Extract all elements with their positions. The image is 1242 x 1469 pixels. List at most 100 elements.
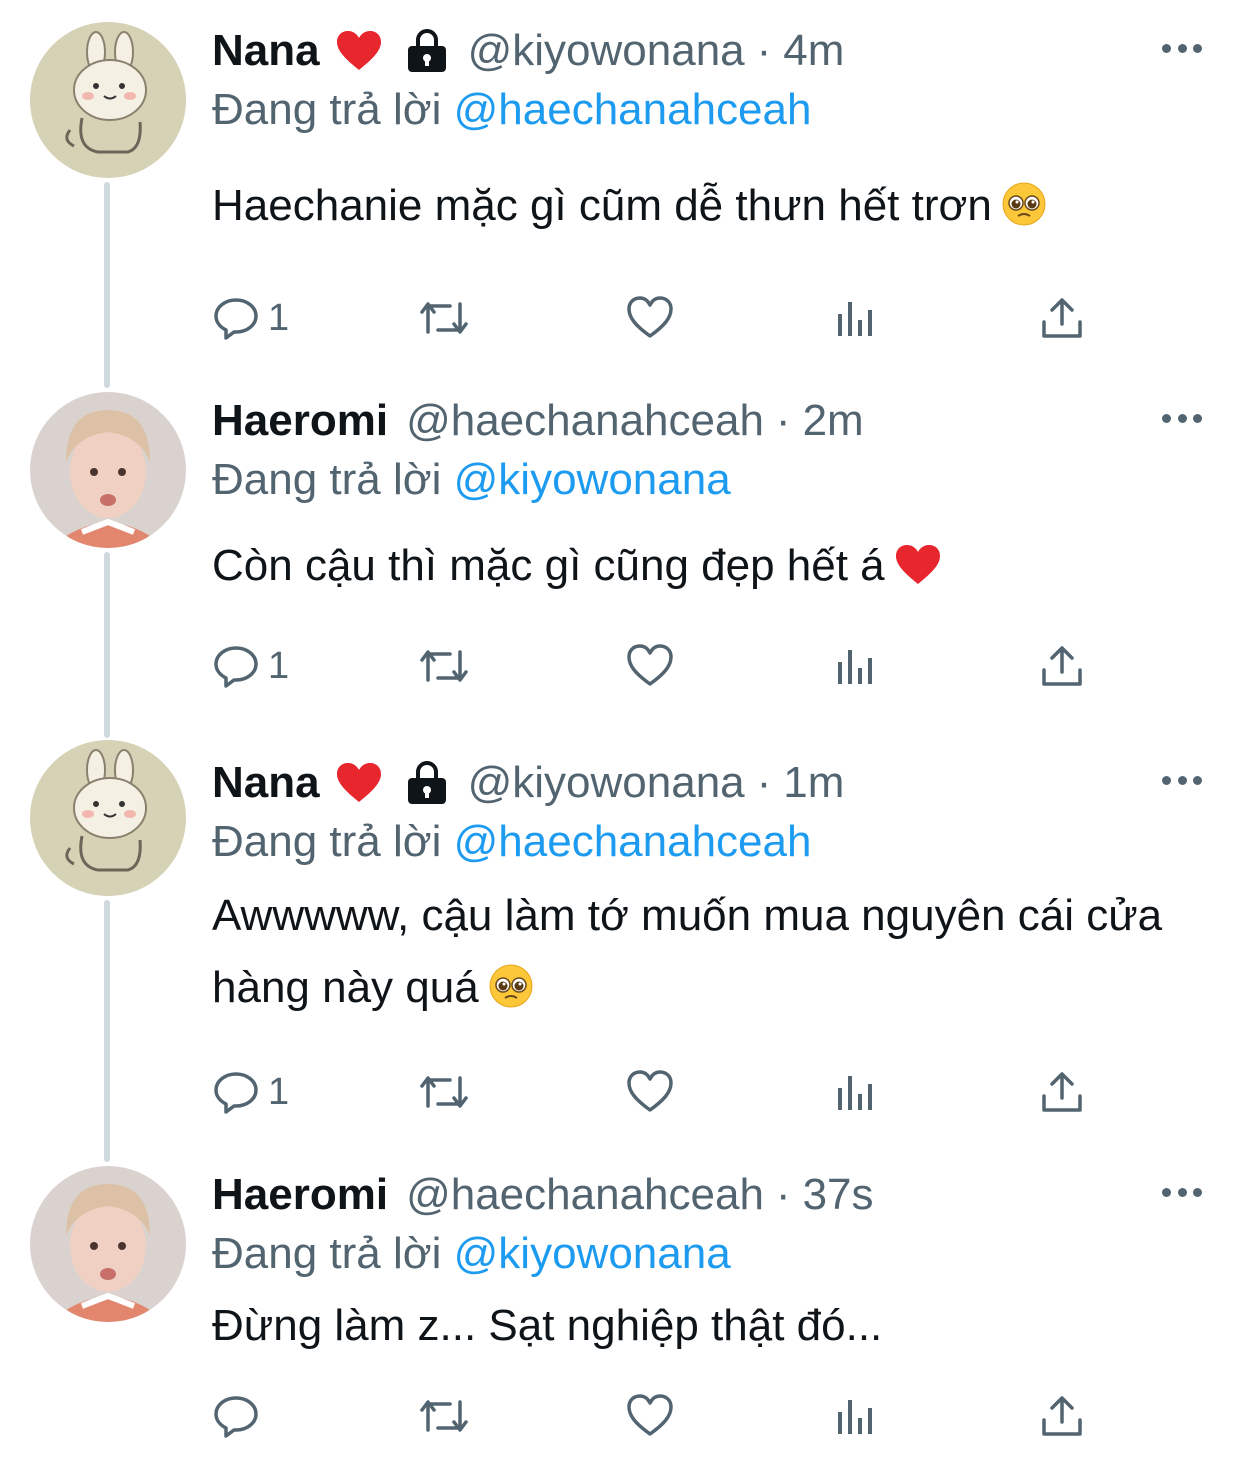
- timestamp[interactable]: 2m: [803, 396, 864, 446]
- tweet[interactable]: Nana @kiyowonana · 1m Đang trả lời @haec…: [0, 740, 1242, 1140]
- replying-prefix: Đang trả lời: [212, 817, 442, 866]
- more-options-icon[interactable]: [1162, 406, 1202, 430]
- tweet-actions: 1: [212, 642, 1112, 690]
- user-handle[interactable]: @haechanahceah: [406, 396, 764, 446]
- share-button[interactable]: [1038, 294, 1086, 342]
- separator-dot: ·: [775, 396, 791, 445]
- retweet-button[interactable]: [416, 1068, 472, 1116]
- analytics-icon: [838, 650, 872, 684]
- reply-button[interactable]: 1: [212, 1068, 289, 1116]
- tweet[interactable]: Haeromi @haechanahceah · 37s Đang trả lờ…: [0, 1166, 1242, 1456]
- pleading-face-emoji: [1002, 176, 1046, 248]
- retweet-icon: [420, 650, 468, 682]
- reply-icon: [214, 1396, 258, 1438]
- like-button[interactable]: [626, 1392, 674, 1440]
- separator-dot: ·: [775, 1170, 791, 1219]
- reply-count: 1: [268, 1070, 290, 1113]
- retweet-button[interactable]: [416, 294, 472, 342]
- like-button[interactable]: [626, 1068, 674, 1116]
- reply-button[interactable]: [212, 1392, 260, 1440]
- user-handle[interactable]: @haechanahceah: [406, 1170, 764, 1220]
- analytics-icon: [838, 1076, 872, 1110]
- share-icon: [1042, 1396, 1082, 1436]
- more-options-icon[interactable]: [1162, 36, 1202, 60]
- replying-prefix: Đang trả lời: [212, 455, 442, 504]
- analytics-icon: [838, 1400, 872, 1434]
- tweet-text: Đừng làm z... Sạt nghiệp thật đó...: [212, 1290, 1202, 1362]
- reply-button[interactable]: 1: [212, 294, 289, 342]
- reply-icon: [214, 298, 258, 340]
- heart-outline-icon: [627, 296, 673, 338]
- tweet-actions: [212, 1392, 1112, 1440]
- bunny-avatar[interactable]: [30, 740, 186, 896]
- replying-prefix: Đang trả lời: [212, 1229, 442, 1278]
- share-icon: [1042, 1072, 1082, 1112]
- timestamp[interactable]: 1m: [783, 758, 844, 808]
- like-button[interactable]: [626, 642, 674, 690]
- share-button[interactable]: [1038, 1068, 1086, 1116]
- heart-outline-icon: [627, 1070, 673, 1112]
- retweet-icon: [420, 1076, 468, 1108]
- separator-dot: ·: [756, 758, 772, 807]
- analytics-button[interactable]: [832, 1392, 880, 1440]
- separator-dot: ·: [756, 26, 772, 75]
- retweet-button[interactable]: [416, 642, 472, 690]
- display-name[interactable]: Haeromi: [212, 1170, 388, 1220]
- reply-icon: [214, 646, 258, 688]
- replying-to: Đang trả lời @haechanahceah: [212, 80, 1202, 140]
- analytics-icon: [838, 302, 872, 336]
- red-heart-emoji: [895, 536, 941, 608]
- share-button[interactable]: [1038, 642, 1086, 690]
- reply-button[interactable]: 1: [212, 642, 289, 690]
- timestamp[interactable]: 37s: [803, 1170, 874, 1220]
- tweet-text-body: Awwwww, cậu làm tớ muốn mua nguyên cái c…: [212, 891, 1163, 1012]
- display-name[interactable]: Nana: [212, 26, 320, 76]
- display-name[interactable]: Nana: [212, 758, 320, 808]
- tweet-text: Haechanie mặc gì cũm dễ thưn hết trơn: [212, 170, 1202, 248]
- lock-icon: [404, 29, 450, 73]
- retweet-icon: [420, 302, 468, 334]
- heart-outline-icon: [627, 1394, 673, 1436]
- like-button[interactable]: [626, 294, 674, 342]
- person-avatar[interactable]: [30, 392, 186, 548]
- replying-to: Đang trả lời @haechanahceah: [212, 812, 1202, 872]
- user-handle[interactable]: @kiyowonana: [468, 26, 745, 76]
- tweet-actions: 1: [212, 1068, 1112, 1116]
- lock-icon: [404, 761, 450, 805]
- timestamp[interactable]: 4m: [783, 26, 844, 76]
- person-avatar[interactable]: [30, 1166, 186, 1322]
- reply-count: 1: [268, 296, 290, 339]
- replying-prefix: Đang trả lời: [212, 85, 442, 134]
- tweet-text: Awwwww, cậu làm tớ muốn mua nguyên cái c…: [212, 880, 1202, 1030]
- replying-to: Đang trả lời @kiyowonana: [212, 1224, 1202, 1284]
- share-icon: [1042, 298, 1082, 338]
- mention-link[interactable]: @kiyowonana: [454, 455, 731, 504]
- analytics-button[interactable]: [832, 642, 880, 690]
- more-options-icon[interactable]: [1162, 768, 1202, 792]
- mention-link[interactable]: @kiyowonana: [454, 1229, 731, 1278]
- reply-count: 1: [268, 644, 290, 687]
- retweet-button[interactable]: [416, 1392, 472, 1440]
- pleading-face-emoji: [489, 958, 533, 1030]
- analytics-button[interactable]: [832, 1068, 880, 1116]
- tweet-text-body: Đừng làm z... Sạt nghiệp thật đó...: [212, 1301, 883, 1350]
- analytics-button[interactable]: [832, 294, 880, 342]
- bunny-avatar[interactable]: [30, 22, 186, 178]
- tweet[interactable]: Haeromi @haechanahceah · 2m Đang trả lời…: [0, 392, 1242, 722]
- tweet-text: Còn cậu thì mặc gì cũng đẹp hết á: [212, 530, 1202, 608]
- user-handle[interactable]: @kiyowonana: [468, 758, 745, 808]
- replying-to: Đang trả lời @kiyowonana: [212, 450, 1202, 510]
- red-heart-emoji: [336, 762, 382, 804]
- red-heart-emoji: [336, 30, 382, 72]
- tweet-text-body: Còn cậu thì mặc gì cũng đẹp hết á: [212, 541, 885, 590]
- retweet-icon: [420, 1400, 468, 1432]
- share-icon: [1042, 646, 1082, 686]
- share-button[interactable]: [1038, 1392, 1086, 1440]
- mention-link[interactable]: @haechanahceah: [454, 85, 812, 134]
- mention-link[interactable]: @haechanahceah: [454, 817, 812, 866]
- display-name[interactable]: Haeromi: [212, 396, 388, 446]
- heart-outline-icon: [627, 644, 673, 686]
- tweet[interactable]: Nana @kiyowonana · 4m Đang trả lời @haec…: [0, 22, 1242, 362]
- more-options-icon[interactable]: [1162, 1180, 1202, 1204]
- tweet-actions: 1: [212, 294, 1112, 342]
